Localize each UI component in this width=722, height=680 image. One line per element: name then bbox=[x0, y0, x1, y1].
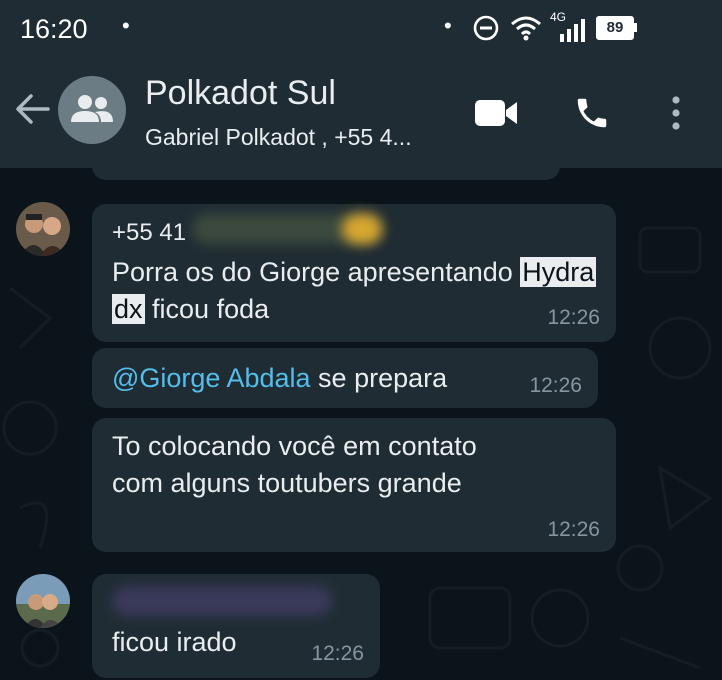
status-time: 16:20 bbox=[20, 14, 88, 44]
chat-participants[interactable]: Gabriel Polkadot , +55 4... bbox=[145, 124, 412, 151]
video-call-icon[interactable] bbox=[474, 98, 518, 128]
message-line: com alguns toutubers grande bbox=[112, 468, 462, 498]
sender-name[interactable]: +55 41 bbox=[112, 214, 186, 251]
dnd-icon bbox=[473, 15, 499, 41]
group-avatar[interactable] bbox=[58, 76, 126, 144]
status-dot-right: • bbox=[444, 13, 452, 38]
message-time: 12:26 bbox=[547, 518, 600, 541]
chat-header: Polkadot Sul Gabriel Polkadot , +55 4... bbox=[0, 58, 722, 168]
message-bubble[interactable]: +55 41 Porra os do Giorge apresentando H… bbox=[92, 204, 616, 342]
highlighted-word: dx bbox=[112, 294, 145, 324]
redacted-sender bbox=[112, 586, 332, 616]
arrow-back-icon[interactable] bbox=[14, 92, 50, 126]
message-bubble[interactable]: ficou irado 12:26 bbox=[92, 574, 380, 678]
notification-dot: • bbox=[122, 13, 130, 38]
message-text: To colocando você em contato com alguns … bbox=[112, 428, 477, 502]
message-text-part: ficou foda bbox=[144, 294, 270, 324]
group-icon bbox=[71, 95, 113, 122]
sender-avatar[interactable] bbox=[16, 574, 70, 628]
battery-tip bbox=[634, 23, 637, 32]
message-text-part: se prepara bbox=[310, 363, 448, 393]
message-bubble[interactable]: To colocando você em contato com alguns … bbox=[92, 418, 616, 552]
wifi-icon bbox=[511, 16, 541, 41]
chat-area[interactable]: +55 41 Porra os do Giorge apresentando H… bbox=[0, 168, 722, 680]
more-vert-icon[interactable] bbox=[668, 96, 684, 130]
status-bar: 16:20 • • 4G 89 bbox=[0, 0, 722, 58]
battery-icon: 89 bbox=[596, 16, 634, 40]
message-text-part: Porra os do Giorge apresentando bbox=[112, 257, 521, 287]
message-line: To colocando você em contato bbox=[112, 431, 477, 461]
sender-photo bbox=[16, 574, 70, 628]
message-bubble[interactable]: @Giorge Abdala se prepara 12:26 bbox=[92, 348, 598, 408]
message-time: 12:26 bbox=[311, 642, 364, 665]
mention-link[interactable]: @Giorge Abdala bbox=[112, 363, 311, 393]
sender-avatar[interactable] bbox=[16, 202, 70, 256]
message-time: 12:26 bbox=[547, 306, 600, 329]
highlighted-word: Hydra bbox=[520, 257, 597, 287]
previous-message-bubble[interactable] bbox=[92, 168, 560, 180]
signal-icon bbox=[560, 19, 585, 42]
redacted-emoji bbox=[342, 214, 382, 244]
message-text: ficou irado bbox=[112, 627, 237, 657]
battery-level: 89 bbox=[606, 19, 624, 36]
chat-title[interactable]: Polkadot Sul bbox=[145, 74, 336, 113]
sender-photo bbox=[16, 202, 70, 256]
message-time: 12:26 bbox=[529, 374, 582, 397]
status-icons: • 4G 89 bbox=[444, 10, 692, 44]
message-text: @Giorge Abdala se prepara bbox=[112, 360, 447, 397]
phone-icon[interactable] bbox=[573, 94, 611, 132]
message-text: Porra os do Giorge apresentando Hydra dx… bbox=[112, 254, 612, 328]
